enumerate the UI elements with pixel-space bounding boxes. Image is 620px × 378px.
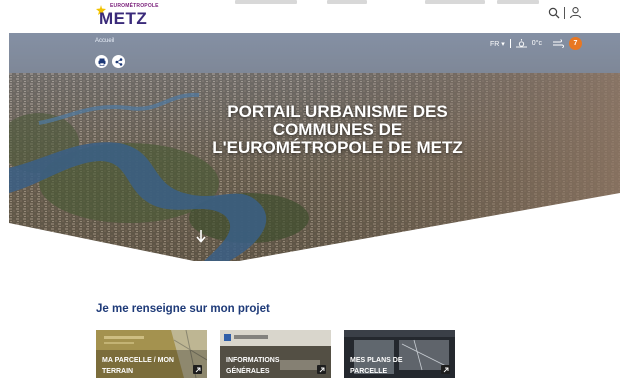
share-button[interactable]: [112, 55, 125, 68]
site-logo[interactable]: EUROMÉTROPOLE METZ: [96, 3, 159, 29]
search-icon[interactable]: [548, 7, 560, 19]
card-label: MES PLANS DE PARCELLE: [350, 357, 403, 375]
print-button[interactable]: [95, 55, 108, 68]
weather-icon: [515, 39, 527, 48]
nav-item[interactable]: [497, 0, 539, 4]
notification-badge[interactable]: 7: [569, 37, 582, 50]
section-title: Je me renseigne sur mon projet: [96, 303, 270, 315]
language-selector[interactable]: FR ▾: [490, 40, 505, 48]
card-parcelle[interactable]: MA PARCELLE / MON TERRAIN: [96, 330, 207, 378]
card-label: INFORMATIONS GÉNÉRALES: [226, 357, 280, 375]
title-line: L'EUROMÉTROPOLE DE METZ: [212, 138, 463, 157]
nav-item[interactable]: [235, 0, 297, 4]
external-link-icon: [317, 365, 326, 374]
nav-item[interactable]: [327, 0, 367, 4]
card-list: MA PARCELLE / MON TERRAIN INFORMATIONS G…: [96, 330, 455, 378]
hero-banner: Accueil FR ▾ 0°c 7 PORTAIL URBANISME DES…: [9, 33, 620, 261]
divider: [509, 39, 511, 48]
page-title: PORTAIL URBANISME DES COMMUNES DE L'EURO…: [9, 103, 620, 157]
divider: [564, 6, 565, 19]
external-link-icon: [193, 365, 202, 374]
hero-actions: [95, 55, 125, 68]
title-line: PORTAIL URBANISME DES: [227, 102, 448, 121]
title-line: COMMUNES DE: [272, 120, 403, 139]
utility-bar: FR ▾ 0°c 7: [490, 37, 582, 50]
air-quality-icon[interactable]: [553, 39, 564, 48]
page: EUROMÉTROPOLE METZ Accueil FR ▾ 0°c 7 PO…: [0, 0, 620, 378]
header-tools: [548, 6, 582, 19]
share-icon: [115, 57, 122, 66]
card-label: MA PARCELLE / MON TERRAIN: [102, 357, 174, 375]
card-informations[interactable]: INFORMATIONS GÉNÉRALES: [220, 330, 331, 378]
logo-text: METZ: [99, 9, 148, 28]
print-icon: [98, 58, 105, 66]
site-header: EUROMÉTROPOLE METZ: [0, 0, 620, 33]
external-link-icon: [441, 365, 450, 374]
scroll-down-icon[interactable]: [195, 229, 207, 243]
card-plans[interactable]: MES PLANS DE PARCELLE: [344, 330, 455, 378]
nav-item[interactable]: [425, 0, 485, 4]
account-icon[interactable]: [569, 6, 582, 19]
temperature: 0°c: [531, 40, 542, 47]
breadcrumb[interactable]: Accueil: [95, 38, 114, 44]
language-label: FR: [489, 40, 500, 48]
